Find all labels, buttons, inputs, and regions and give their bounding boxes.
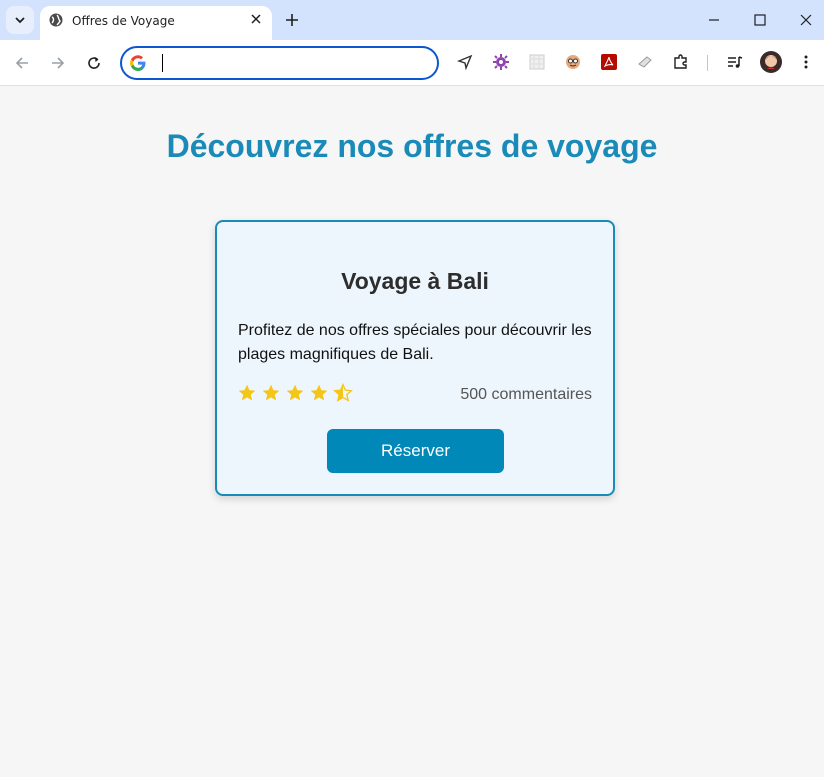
maximize-icon [754,14,766,26]
extension-pdf[interactable] [600,53,618,71]
star-half-icon [333,382,357,404]
minimize-icon [709,19,719,21]
extensions-button[interactable] [672,53,690,71]
google-icon [130,55,146,71]
pdf-icon [601,54,617,70]
extension-paint[interactable] [636,53,654,71]
review-count: 500 commentaires [460,386,592,403]
browser-toolbar [0,40,824,86]
forward-button[interactable] [47,52,69,74]
star-full-icon [285,382,309,404]
extension-face[interactable] [564,53,582,71]
gear-icon [493,54,509,70]
reload-button[interactable] [83,52,105,74]
new-tab-button[interactable] [282,10,302,30]
browser-menu-button[interactable] [797,53,815,71]
close-tab-button[interactable] [248,11,264,27]
maximize-button[interactable] [750,10,770,30]
text-caret [162,54,163,72]
offer-card: Voyage à Bali Profitez de nos offres spé… [215,220,615,496]
avatar-icon [760,51,782,73]
star-full-icon [309,382,333,404]
back-button[interactable] [11,52,33,74]
close-icon [251,14,261,24]
face-icon [566,55,580,69]
globe-icon [49,13,63,27]
offer-title: Voyage à Bali [341,268,489,294]
reload-icon [88,57,100,69]
chevron-down-icon [15,17,25,24]
media-controls-button[interactable] [726,53,744,71]
minimize-button[interactable] [704,10,724,30]
extension-gear[interactable] [492,53,510,71]
extension-cursor[interactable] [456,53,474,71]
tab-search-button[interactable] [6,6,34,34]
star-full-icon [261,382,285,404]
toolbar-separator [707,55,708,71]
address-input[interactable] [156,54,426,72]
offer-description: Profitez de nos offres spéciales pour dé… [238,322,592,363]
playlist-icon [728,56,743,68]
star-full-icon [237,382,261,404]
address-bar[interactable] [120,46,439,80]
close-icon [800,14,812,26]
browser-tab[interactable]: Offres de Voyage [40,6,272,40]
plus-icon [286,14,298,26]
puzzle-icon [674,54,687,69]
grid-icon [529,54,545,70]
arrow-left-icon [15,57,28,69]
tab-title: Offres de Voyage [72,14,175,28]
profile-avatar[interactable] [760,51,782,73]
arrow-right-icon [52,57,65,69]
brush-icon [638,56,652,68]
page-title: Découvrez nos offres de voyage [166,128,658,164]
close-window-button[interactable] [796,10,816,30]
tab-strip: Offres de Voyage [0,0,824,40]
reserve-button[interactable]: Réserver [327,429,504,473]
cursor-arrow-icon [457,54,473,70]
star-rating [237,382,357,404]
kebab-menu-icon [804,55,808,69]
extension-grid[interactable] [528,53,546,71]
